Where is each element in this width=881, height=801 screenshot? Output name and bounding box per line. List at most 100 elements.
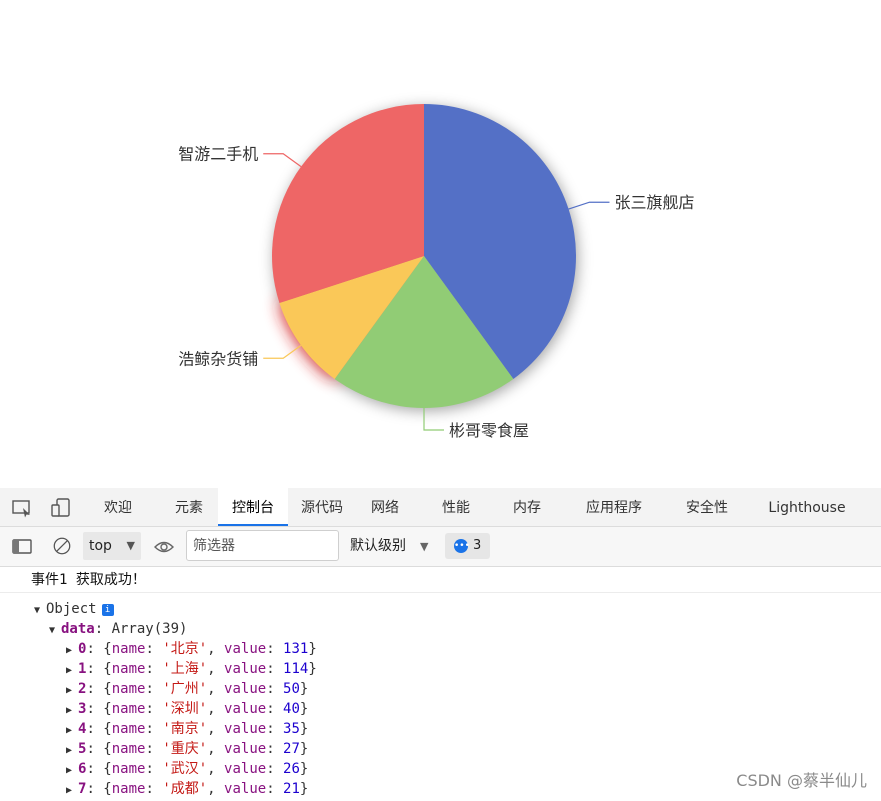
punct: : { (86, 721, 112, 737)
punct: } (299, 701, 309, 717)
filter-input[interactable] (186, 530, 339, 561)
item-key-name: name (111, 741, 146, 757)
array-item-row[interactable]: ▶ 5: {name: '重庆', value: 27} (66, 739, 308, 759)
tab-security[interactable]: 安全性 (672, 488, 742, 526)
watermark: CSDN @蔡半仙儿 (736, 771, 867, 790)
punct: : (266, 701, 284, 717)
punct: : (145, 781, 163, 797)
array-item-row[interactable]: ▶ 2: {name: '广州', value: 50} (66, 679, 308, 699)
console-message-text: 事件1 获取成功！ (31, 572, 146, 588)
punct: : { (86, 741, 112, 757)
punct: : { (86, 701, 112, 717)
tab-network[interactable]: 网络 (356, 488, 414, 526)
collapsed-triangle-icon[interactable]: ▶ (66, 641, 78, 661)
tab-elements[interactable]: 元素 (158, 488, 220, 526)
expanded-triangle-icon[interactable]: ▼ (34, 601, 46, 621)
message-bubble-icon: ••• (454, 539, 470, 553)
object-tree-root[interactable]: ▼ Object i (34, 599, 114, 619)
item-key-value: value (224, 781, 267, 797)
array-item-row[interactable]: ▶ 7: {name: '成都', value: 21} (66, 779, 308, 799)
tab-sources[interactable]: 源代码 (290, 488, 354, 526)
punct: : (145, 641, 163, 657)
tab-welcome[interactable]: 欢迎 (86, 488, 150, 526)
data-property-row[interactable]: ▼ data: Array(39) (49, 619, 187, 639)
punct: } (308, 661, 317, 677)
array-item-row[interactable]: ▶ 1: {name: '上海', value: 114} (66, 659, 317, 679)
item-key-value: value (224, 641, 267, 657)
tab-memory[interactable]: 内存 (497, 488, 557, 526)
item-name-value: '重庆' (162, 741, 208, 757)
collapsed-triangle-icon[interactable]: ▶ (66, 701, 78, 721)
punct: : { (86, 761, 112, 777)
tab-application[interactable]: 应用程序 (572, 488, 656, 526)
item-key-name: name (111, 641, 146, 657)
item-key-value: value (224, 661, 267, 677)
item-key-value: value (224, 701, 267, 717)
item-value: 131 (283, 641, 309, 657)
item-value: 50 (283, 681, 300, 697)
collapsed-triangle-icon[interactable]: ▶ (66, 721, 78, 741)
punct: } (299, 761, 309, 777)
issues-counter-button[interactable]: ••• 3 (445, 533, 490, 559)
punct: } (308, 641, 317, 657)
collapsed-triangle-icon[interactable]: ▶ (66, 681, 78, 701)
punct: : (145, 721, 163, 737)
collapsed-triangle-icon[interactable]: ▶ (66, 761, 78, 781)
item-key-name: name (111, 781, 146, 797)
punct: , (207, 681, 225, 697)
pie-label-line (263, 344, 302, 359)
array-item-row[interactable]: ▶ 4: {name: '南京', value: 35} (66, 719, 308, 739)
pie-chart: 张三旗舰店彬哥零食屋 浩鲸杂货铺 智游二手机 (178, 104, 694, 440)
pie-label-line (423, 408, 444, 431)
punct: , (207, 781, 225, 797)
punct: , (207, 761, 225, 777)
item-value: 21 (283, 781, 300, 797)
item-value: 35 (283, 721, 300, 737)
punct: : (266, 781, 284, 797)
log-levels-dropdown[interactable]: 默认级别 ▼ (350, 527, 428, 566)
clear-console-icon[interactable] (51, 536, 73, 556)
punct: , (207, 701, 225, 717)
punct: : (145, 681, 163, 697)
item-name-value: '深圳' (162, 701, 208, 717)
array-item-row[interactable]: ▶ 3: {name: '深圳', value: 40} (66, 699, 308, 719)
item-name-value: '广州' (162, 681, 208, 697)
item-name-value: '武汉' (162, 761, 208, 777)
expanded-triangle-icon[interactable]: ▼ (49, 621, 61, 641)
item-key-value: value (224, 681, 267, 697)
item-key-value: value (224, 741, 267, 757)
pie-label: 彬哥零食屋 (449, 421, 529, 440)
object-label: Object (46, 601, 97, 617)
punct: : (145, 661, 163, 677)
device-toolbar-icon[interactable] (50, 498, 72, 518)
punct: : (266, 761, 284, 777)
array-item-row[interactable]: ▶ 6: {name: '武汉', value: 26} (66, 759, 308, 779)
collapsed-triangle-icon[interactable]: ▶ (66, 661, 78, 681)
live-expression-eye-icon[interactable] (153, 537, 175, 557)
punct: : { (86, 681, 112, 697)
pie-label: 浩鲸杂货铺 (178, 349, 258, 368)
data-summary: Array(39) (111, 621, 188, 637)
item-key-name: name (111, 721, 146, 737)
punct: : (266, 661, 284, 677)
data-key: data (61, 621, 95, 637)
tab-lighthouse[interactable]: Lighthouse (760, 488, 854, 526)
collapsed-triangle-icon[interactable]: ▶ (66, 781, 78, 801)
context-selector[interactable]: top ▼ (83, 532, 141, 560)
info-icon[interactable]: i (101, 604, 114, 616)
item-key-name: name (111, 681, 146, 697)
tab-console[interactable]: 控制台 (218, 488, 288, 526)
punct: : { (86, 661, 112, 677)
console-message: 事件1 获取成功！ (0, 569, 881, 593)
punct: , (207, 741, 225, 757)
inspect-element-icon[interactable] (11, 498, 33, 518)
item-key-value: value (224, 721, 267, 737)
collapsed-triangle-icon[interactable]: ▶ (66, 741, 78, 761)
context-selector-value: top (89, 538, 112, 554)
array-item-row[interactable]: ▶ 0: {name: '北京', value: 131} (66, 639, 317, 659)
punct: } (299, 741, 309, 757)
sidebar-toggle-icon[interactable] (11, 537, 33, 557)
punct: } (299, 681, 309, 697)
console-output: 事件1 获取成功！ ▼ Object i ▼ data: Array(39) ▶ 0: … (0, 567, 881, 799)
tab-performance[interactable]: 性能 (426, 488, 486, 526)
